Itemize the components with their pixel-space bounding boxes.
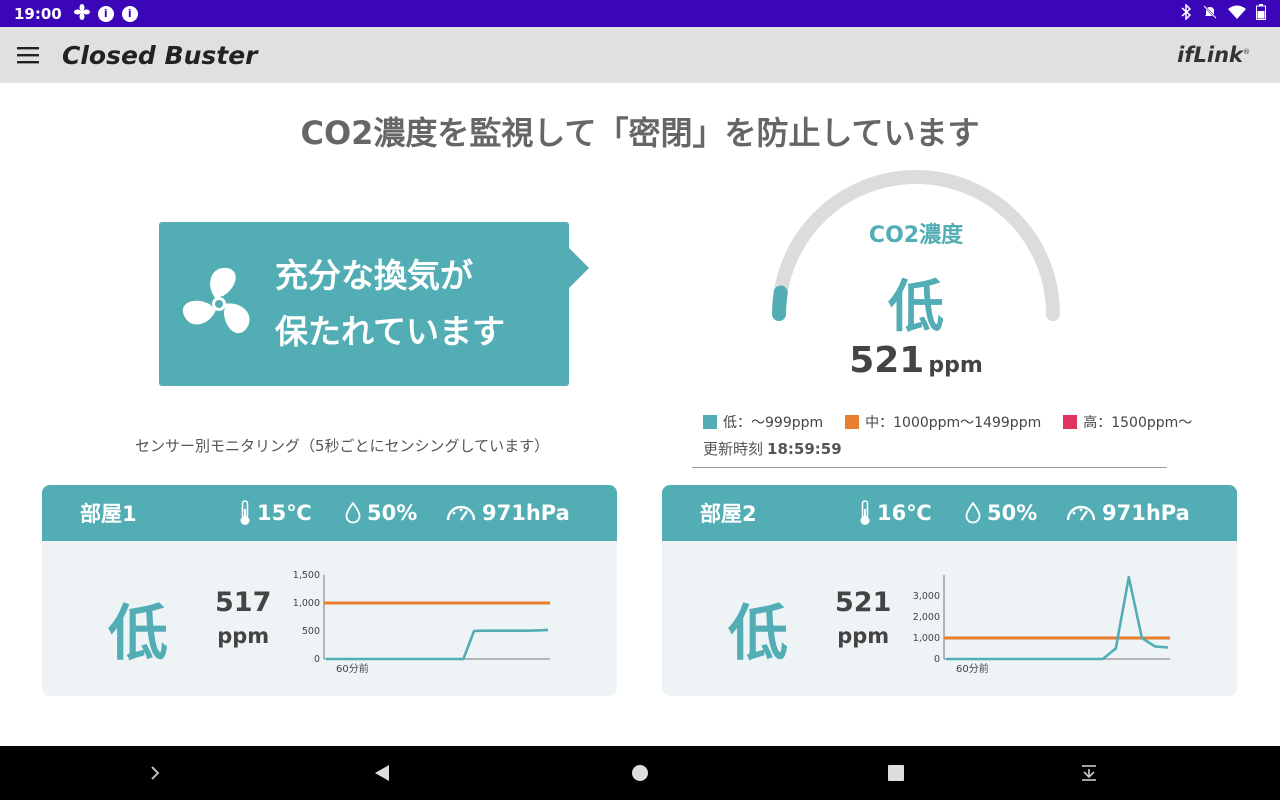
gauge-icon (1066, 505, 1096, 521)
room-card-1: 部屋1 15℃ 50% 971hPa 低 517 ppm 0 500 1,000 1,… (42, 485, 617, 696)
pressure-value: 971hPa (482, 501, 570, 525)
wifi-icon (1228, 5, 1246, 23)
brand-logo: ifLink® (1177, 43, 1250, 67)
room-value: 517 ppm (215, 587, 271, 648)
humidity-metric: 50% (345, 501, 417, 525)
updated-time-value: 18:59:59 (767, 440, 842, 458)
ventilation-status-text: 充分な換気が 保たれています (275, 248, 505, 360)
app-title: Closed Buster (62, 40, 258, 70)
brand-name: ifLink (1177, 43, 1243, 67)
legend-swatch-mid (845, 415, 860, 429)
status-time: 19:00 (14, 4, 62, 23)
hamburger-icon (17, 47, 39, 64)
gauge-value: 521 ppm (766, 340, 1066, 381)
gauge-value-unit: ppm (928, 353, 983, 378)
legend-swatch-low (703, 415, 717, 429)
fan-icon (182, 267, 250, 334)
room-card-2: 部屋2 16℃ 50% 971hPa 低 521 ppm 0 1,000 2,000… (662, 485, 1237, 696)
gauge-title: CO2濃度 (868, 223, 964, 248)
thermometer-icon (860, 500, 870, 525)
legend-label-mid: 中：1000ppm〜1499ppm (865, 415, 1042, 431)
room-level: 低 (108, 599, 168, 669)
pressure-metric: 971hPa (446, 501, 570, 525)
pull-down-icon (1082, 765, 1096, 781)
chart-x-label: 60分前 (336, 662, 369, 675)
room-value-unit: ppm (217, 624, 270, 648)
room-header: 部屋2 16℃ 50% 971hPa (662, 485, 1237, 541)
humidity-metric: 50% (965, 501, 1037, 525)
home-circle-icon (632, 765, 648, 781)
room-name: 部屋1 (80, 502, 137, 526)
page-headline: CO2濃度を監視して「密閉」を防止しています (300, 114, 980, 152)
humidity-value: 50% (987, 501, 1038, 525)
status-line-1: 充分な換気が (275, 256, 473, 295)
chart-y-tick-label: 500 (302, 626, 320, 637)
ventilation-status-card: 充分な換気が 保たれています (159, 222, 589, 386)
room-value-number: 517 (215, 587, 272, 618)
notification-shade-button[interactable] (1065, 749, 1113, 797)
legend-item-mid: 中：1000ppm〜1499ppm (845, 412, 1041, 432)
updated-label: 更新時刻 (703, 440, 764, 458)
chart-y-tick-label: 1,000 (913, 633, 940, 644)
legend-item-low: 低：〜999ppm (703, 412, 823, 432)
battery-icon (1256, 3, 1266, 24)
gauge-icon (446, 505, 476, 521)
water-drop-icon (965, 502, 981, 524)
chart-x-label: 60分前 (956, 662, 989, 675)
pressure-value: 971hPa (1102, 501, 1190, 525)
level-legend: 低：〜999ppm 中：1000ppm〜1499ppm 高：1500ppm〜 (703, 412, 1192, 432)
chart-co2-series-line (946, 575, 1169, 661)
thermometer-icon (240, 500, 250, 525)
chart-y-tick-label: 0 (314, 654, 320, 665)
divider (692, 467, 1167, 468)
room-value-unit: ppm (837, 624, 890, 648)
recents-square-icon (888, 765, 904, 781)
legend-item-high: 高：1500ppm〜 (1063, 412, 1192, 432)
humidity-value: 50% (367, 501, 418, 525)
chart-y-tick-label: 1,000 (293, 598, 320, 609)
back-button[interactable] (358, 749, 406, 797)
chart-y-tick-label: 0 (934, 654, 940, 665)
status-bar: 19:00 i i (0, 0, 1280, 27)
chart-y-tick-label: 3,000 (913, 591, 940, 602)
pressure-metric: 971hPa (1066, 501, 1190, 525)
legend-label-low: 低：〜999ppm (723, 415, 824, 431)
gauge-level: 低 (888, 275, 944, 340)
room-name: 部屋2 (700, 502, 757, 526)
gauge-value-number: 521 (849, 340, 925, 381)
room-co2-chart: 0 1,000 2,000 3,000 60分前 (913, 575, 1170, 675)
recents-button[interactable] (872, 749, 920, 797)
chart-y-tick-label: 2,000 (913, 612, 940, 623)
room-co2-chart: 0 500 1,000 1,500 60分前 (293, 570, 550, 675)
chart-y-tick-label: 1,500 (293, 570, 320, 581)
home-button[interactable] (616, 749, 664, 797)
water-drop-icon (345, 502, 361, 524)
notifications-off-icon (1202, 4, 1218, 24)
temperature-value: 15℃ (257, 501, 312, 525)
menu-button[interactable] (0, 27, 56, 83)
brand-registered-mark: ® (1243, 48, 1250, 56)
chevron-right-icon (151, 766, 160, 780)
legend-label-high: 高：1500ppm〜 (1083, 415, 1193, 431)
nav-expand-button[interactable] (131, 749, 179, 797)
info-notification-icon-2: i (121, 5, 138, 22)
back-triangle-icon (375, 765, 389, 781)
room-header: 部屋1 15℃ 50% 971hPa (42, 485, 617, 541)
temperature-value: 16℃ (877, 501, 932, 525)
room-value-number: 521 (835, 587, 892, 618)
chart-co2-series-line (326, 628, 549, 661)
room-value: 521 ppm (835, 587, 891, 648)
temperature-metric: 16℃ (859, 500, 932, 526)
updated-time: 更新時刻 18:59:59 (703, 438, 842, 459)
navigation-bar (0, 746, 1280, 800)
fan-status-icon (73, 3, 90, 24)
app-bar: Closed Buster ifLink® (0, 27, 1280, 83)
status-line-2: 保たれています (275, 312, 506, 351)
temperature-metric: 15℃ (239, 500, 312, 526)
legend-swatch-high (1063, 415, 1078, 429)
monitoring-note: センサー別モニタリング（5秒ごとにセンシングしています） (135, 437, 550, 455)
info-notification-icon: i (97, 5, 114, 22)
room-level: 低 (728, 599, 788, 669)
bluetooth-icon (1180, 2, 1192, 24)
